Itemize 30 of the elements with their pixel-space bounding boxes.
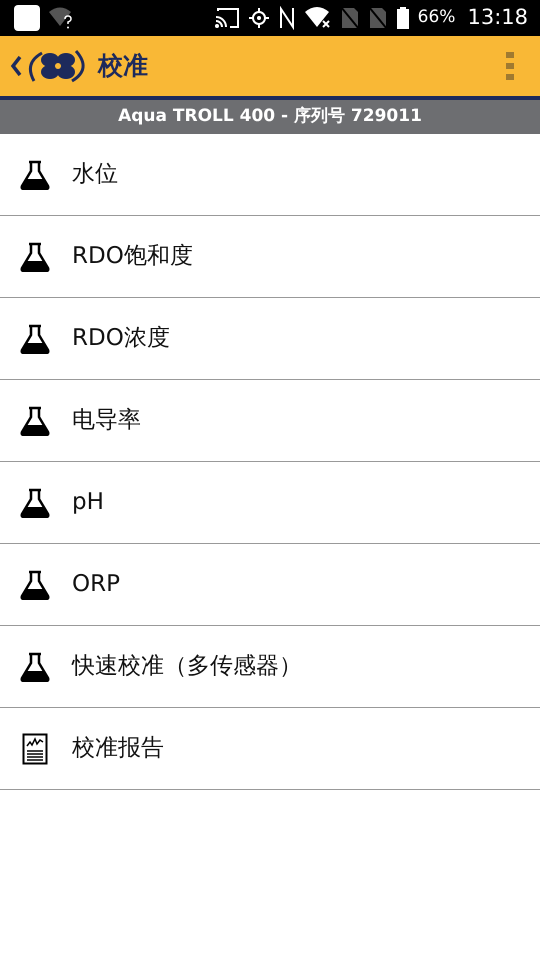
flask-icon xyxy=(19,570,51,600)
battery-icon xyxy=(396,6,410,30)
flask-icon xyxy=(19,488,51,518)
device-serial: Aqua TROLL 400 - 序列号 729011 xyxy=(118,105,422,128)
flask-icon xyxy=(19,406,51,436)
screen-title: 校准 xyxy=(98,50,148,82)
back-chevron-icon xyxy=(10,55,22,77)
battery-percent: 66% xyxy=(418,6,456,30)
wifi-question-icon xyxy=(48,6,74,30)
notification-icon xyxy=(14,5,40,31)
no-sim-icon xyxy=(340,6,360,30)
menu-item[interactable]: RDO浓度 xyxy=(72,321,170,356)
clock-time: 13:18 xyxy=(467,4,528,32)
flask-icon xyxy=(19,160,51,190)
report-icon xyxy=(22,732,48,764)
menu-item[interactable]: RDO饱和度 xyxy=(72,239,193,274)
gps-icon xyxy=(248,7,270,29)
menu-item[interactable]: pH xyxy=(72,485,104,520)
wifi-off-icon xyxy=(304,6,332,30)
menu-item[interactable]: 电导率 xyxy=(72,403,141,438)
no-sim-icon xyxy=(368,6,388,30)
menu-item[interactable]: ORP xyxy=(72,567,120,602)
flask-icon xyxy=(19,324,51,354)
nfc-icon xyxy=(278,6,296,30)
flask-icon xyxy=(19,652,51,682)
cast-icon xyxy=(214,7,240,29)
flask-icon xyxy=(19,242,51,272)
menu-item[interactable]: 水位 xyxy=(72,157,118,192)
menu-item[interactable]: 快速校准（多传感器） xyxy=(72,649,302,684)
menu-item[interactable]: 校准报告 xyxy=(72,731,164,766)
